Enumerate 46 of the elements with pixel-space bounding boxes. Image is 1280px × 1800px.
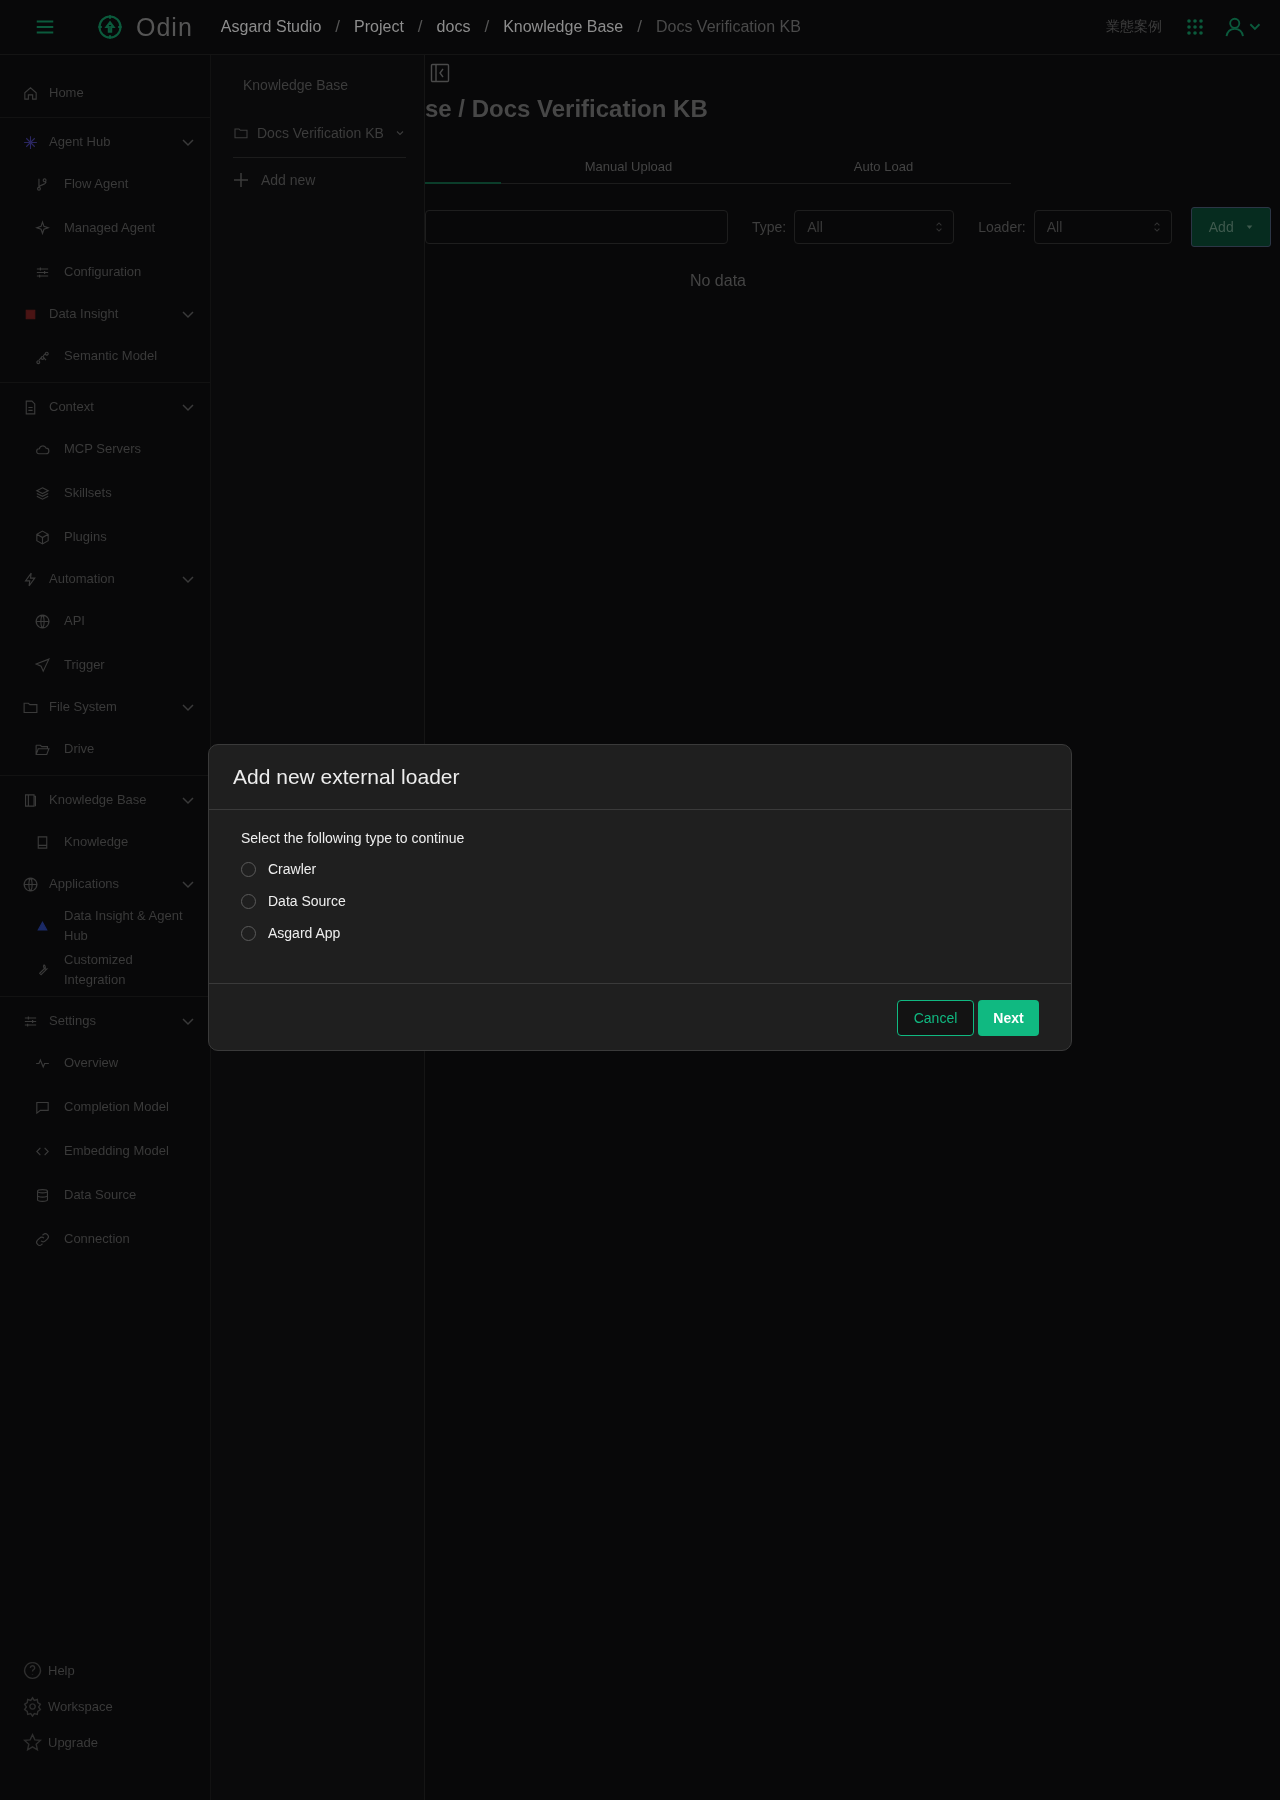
radio-option[interactable]: Asgard App — [241, 917, 1039, 949]
star-icon — [22, 1731, 43, 1753]
globe-icon — [22, 875, 39, 893]
settings-icon — [22, 1695, 43, 1717]
breadcrumb-separator: / — [335, 17, 341, 37]
add-button[interactable]: Add — [1190, 207, 1271, 247]
apps-grid-icon[interactable] — [1186, 18, 1204, 36]
dialog-title: Add new external loader — [209, 745, 1071, 810]
globe-icon — [34, 612, 51, 630]
page-title: se / Docs Verification KB — [425, 95, 709, 123]
lightning-icon — [22, 570, 39, 588]
breadcrumb-separator: / — [637, 17, 642, 37]
breadcrumb-link[interactable]: Project — [354, 18, 404, 36]
cube-icon — [34, 528, 51, 546]
starburst-icon — [22, 133, 39, 151]
radio-option[interactable]: Crawler — [241, 853, 1039, 885]
next-button[interactable]: Next — [978, 1000, 1039, 1036]
book-icon — [22, 791, 39, 809]
caret-icon — [1245, 224, 1253, 230]
database-icon — [34, 1186, 51, 1204]
home-icon — [22, 84, 39, 102]
collapse-panel-icon[interactable] — [430, 63, 450, 83]
logo-icon — [96, 13, 124, 41]
breadcrumb-separator: / — [484, 17, 490, 37]
layers-icon — [34, 484, 51, 502]
breadcrumb-link[interactable]: Docs Verification KB — [655, 18, 801, 36]
help-icon — [22, 1659, 43, 1681]
logo-text: Odin — [136, 12, 193, 42]
link-icon — [34, 1230, 51, 1248]
dialog-prompt: Select the following type to continue — [241, 830, 466, 846]
paper-plane-icon — [34, 656, 51, 674]
sort-caret-icon — [1152, 221, 1161, 233]
breadcrumb-separator: / — [417, 17, 423, 37]
sort-caret-icon — [935, 221, 944, 233]
radio-option[interactable]: Data Source — [241, 885, 1039, 917]
sparkle-icon — [34, 219, 51, 237]
cancel-button[interactable]: Cancel — [897, 1000, 974, 1036]
empty-state-text: No data — [688, 272, 747, 290]
breadcrumb-link[interactable]: Knowledge Base — [503, 18, 624, 36]
folder-icon — [233, 125, 249, 141]
plus-icon — [233, 172, 249, 188]
tab[interactable]: Auto Load — [756, 151, 1011, 183]
breadcrumb-link[interactable]: docs — [436, 18, 471, 36]
breadcrumb-link[interactable]: Asgard Studio — [220, 18, 322, 36]
user-icon[interactable] — [1224, 16, 1262, 38]
tab[interactable]: Manual Upload — [501, 151, 756, 183]
